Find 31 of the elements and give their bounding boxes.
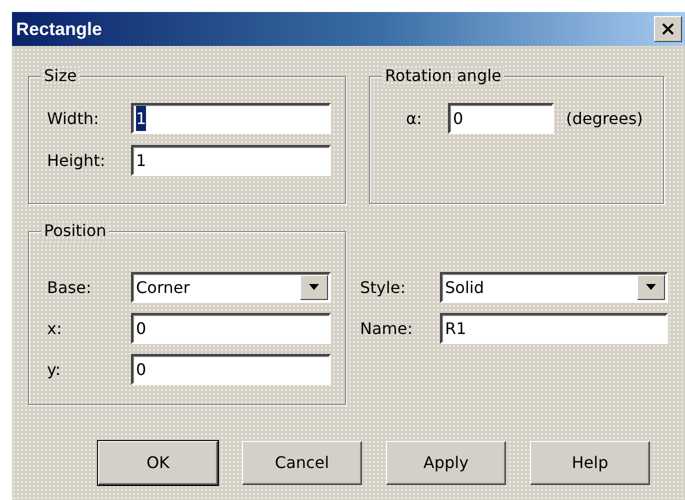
close-button[interactable] bbox=[654, 16, 682, 42]
dropdown-button[interactable] bbox=[637, 275, 665, 300]
close-icon bbox=[661, 23, 675, 35]
dialog-button[interactable]: OK bbox=[98, 441, 218, 485]
dialog-button[interactable]: Help bbox=[530, 441, 650, 485]
field-label: y: bbox=[47, 358, 62, 380]
field-label: Name: bbox=[360, 318, 414, 340]
group-title: Rotation angle bbox=[382, 65, 504, 87]
dialog-button[interactable]: Cancel bbox=[242, 441, 362, 485]
dropdown[interactable]: Corner bbox=[131, 272, 331, 303]
field-label: Style: bbox=[360, 276, 407, 298]
group-title: Size bbox=[41, 65, 80, 87]
field-label: Height: bbox=[47, 150, 106, 172]
input-field[interactable]: 0 bbox=[131, 354, 331, 385]
caret-icon bbox=[308, 284, 320, 291]
input-field[interactable]: 0 bbox=[448, 103, 554, 134]
group-title: Position bbox=[41, 220, 110, 242]
input-field[interactable]: R1 bbox=[440, 313, 668, 344]
field-label: Width: bbox=[47, 108, 100, 130]
field-label: x: bbox=[47, 318, 63, 340]
unit-label: (degrees) bbox=[566, 108, 643, 130]
dropdown-button[interactable] bbox=[300, 275, 328, 300]
field-label: α: bbox=[405, 108, 423, 130]
field-label: Base: bbox=[47, 276, 92, 298]
dropdown[interactable]: Solid bbox=[440, 272, 668, 303]
input-field[interactable]: 1 bbox=[131, 103, 331, 134]
caret-icon bbox=[645, 284, 657, 291]
input-field[interactable]: 1 bbox=[131, 145, 331, 176]
window-title: Rectangle bbox=[16, 18, 102, 41]
dialog-button[interactable]: Apply bbox=[386, 441, 506, 485]
input-field[interactable]: 0 bbox=[131, 313, 331, 344]
